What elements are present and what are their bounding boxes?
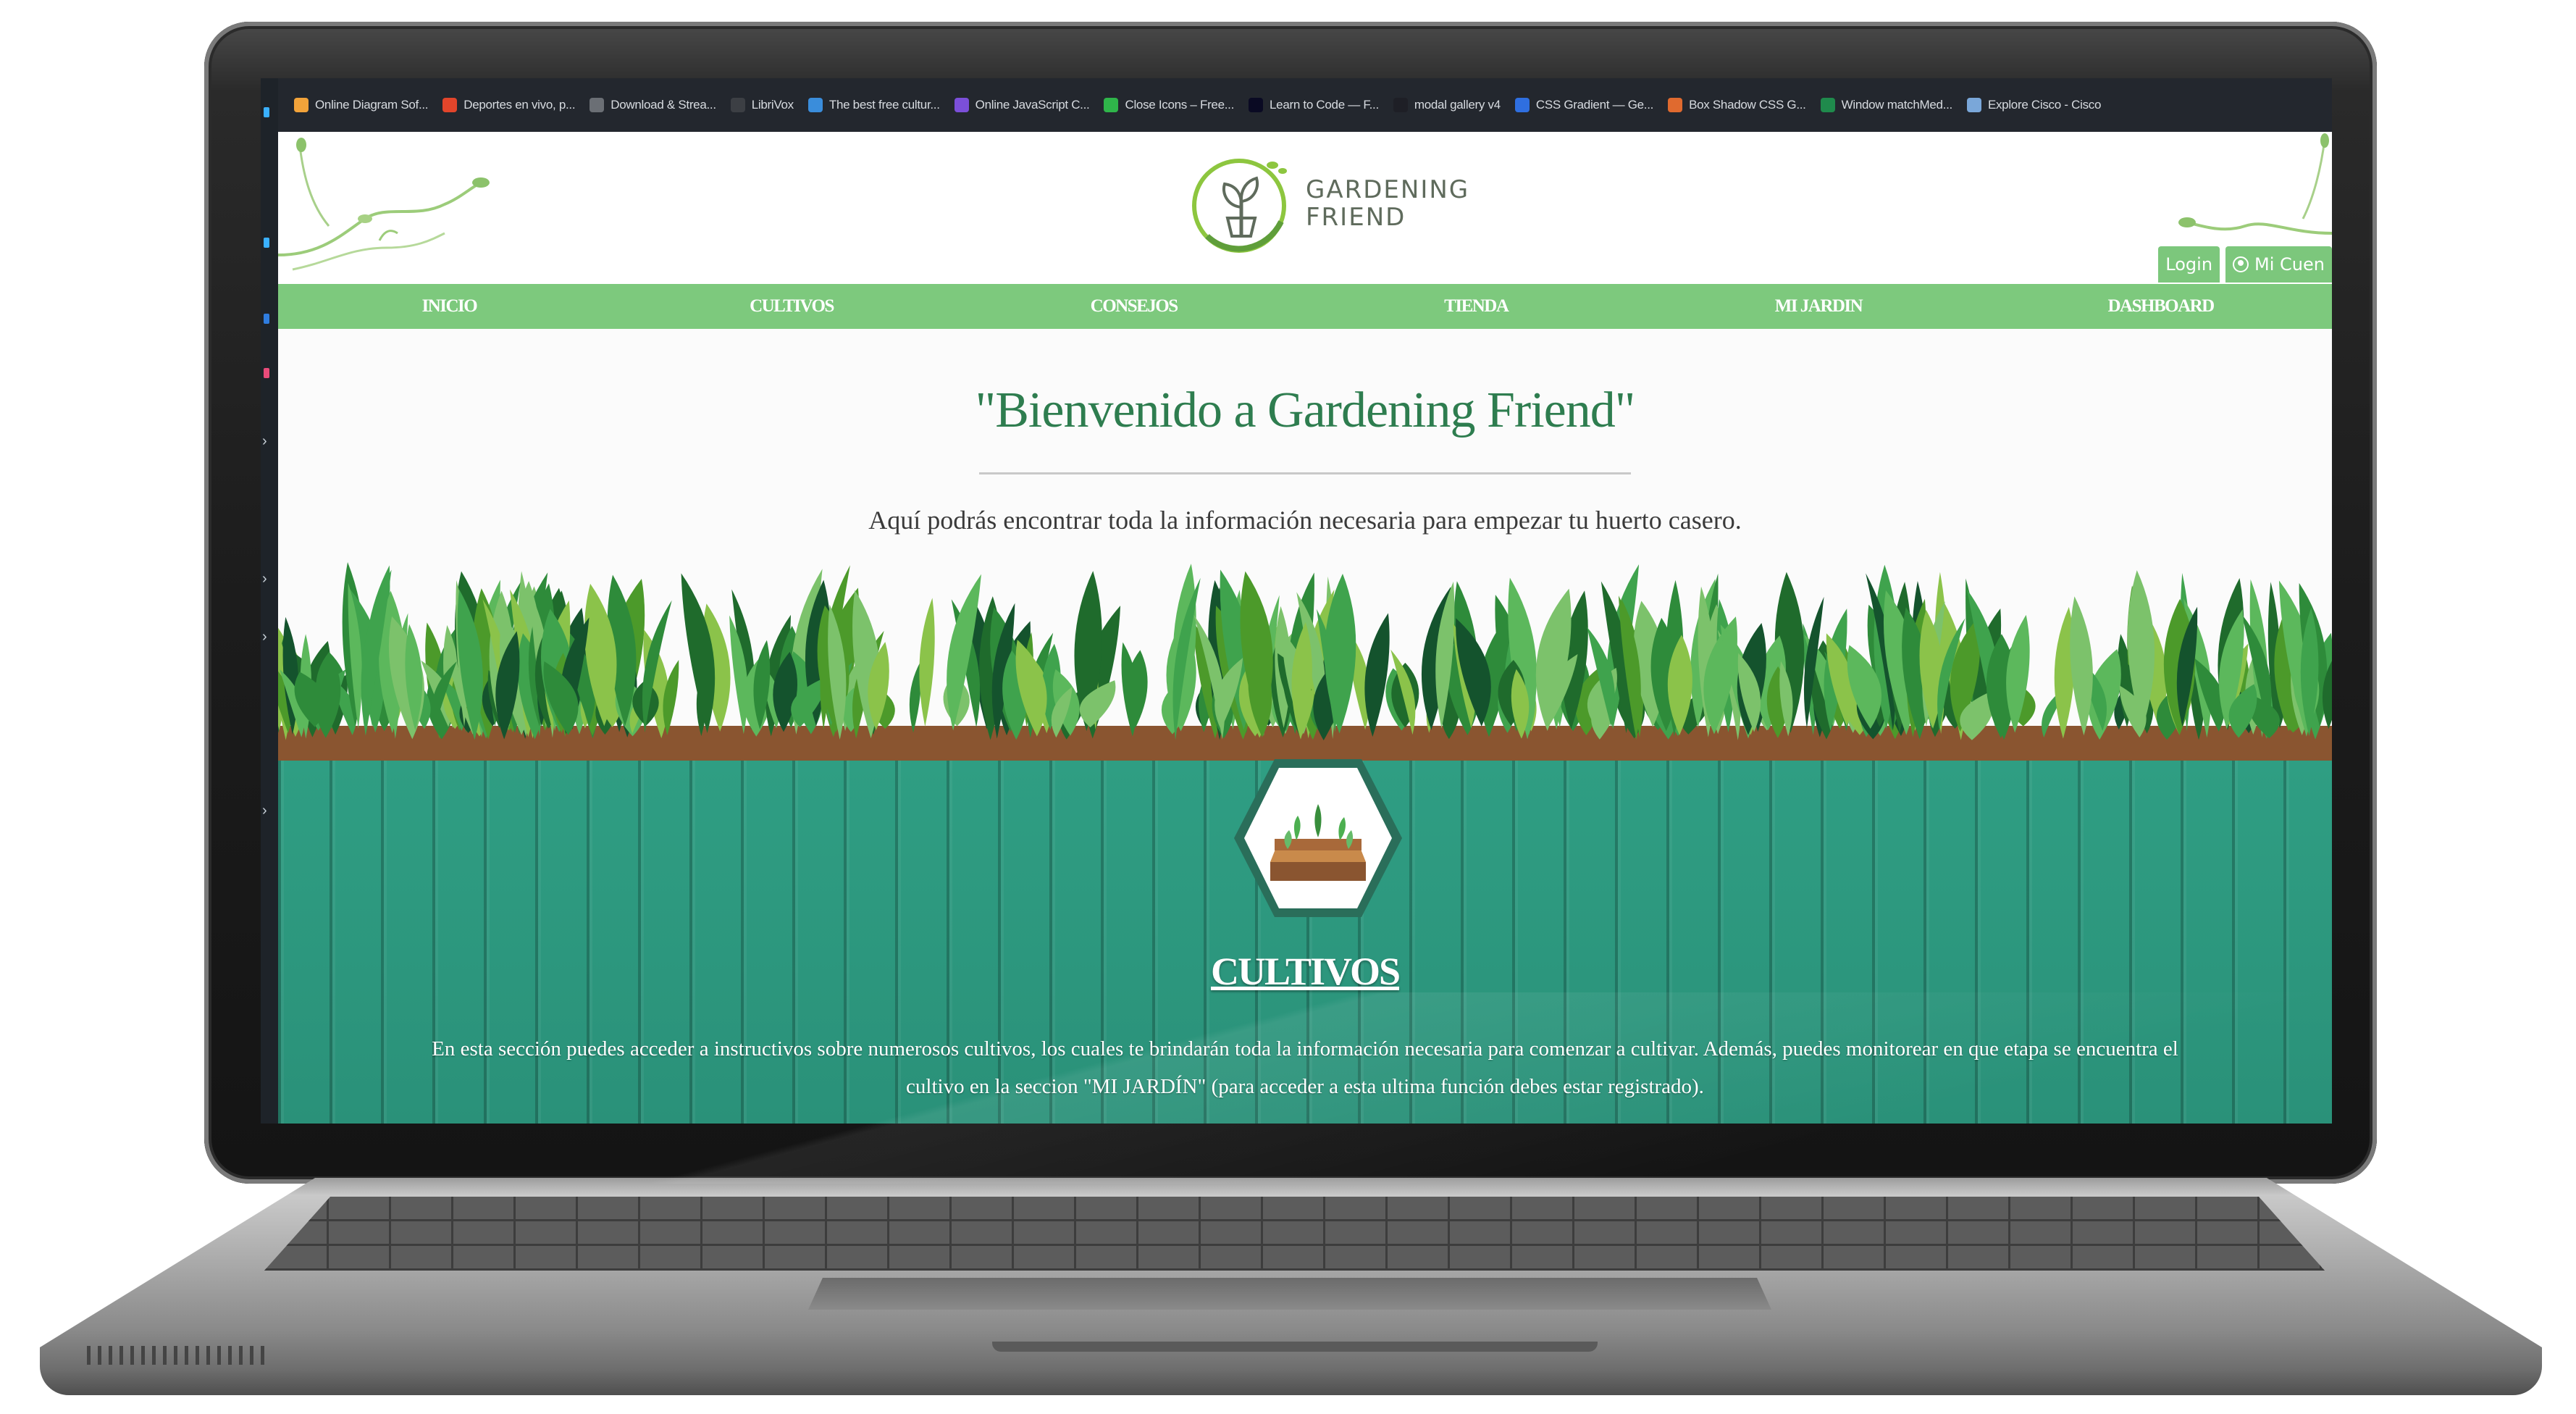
culture-icon bbox=[807, 98, 823, 112]
bookmark-item[interactable]: Close Icons – Free... bbox=[1104, 98, 1234, 112]
bookmark-item[interactable]: Explore Cisco - Cisco bbox=[1966, 98, 2102, 112]
bookmark-label: Online JavaScript C... bbox=[975, 98, 1090, 112]
my-account-label: Mi Cuen bbox=[2254, 254, 2325, 275]
bookmark-label: Close Icons – Free... bbox=[1125, 98, 1235, 112]
bookmark-item[interactable]: Deportes en vivo, p... bbox=[442, 98, 576, 112]
nav-consejos[interactable]: CONSEJOS bbox=[963, 296, 1305, 317]
cisco-icon bbox=[1966, 98, 1981, 112]
logo-text: GARDENING FRIEND bbox=[1306, 176, 1469, 231]
welcome-title: "Bienvenido a Gardening Friend" bbox=[975, 382, 1636, 438]
laptop-trackpad bbox=[808, 1278, 1771, 1310]
nav-tienda[interactable]: TIENDA bbox=[1305, 296, 1647, 317]
bookmark-item[interactable]: Box Shadow CSS G... bbox=[1668, 98, 1806, 112]
logo-line1: GARDENING bbox=[1306, 175, 1470, 204]
book-icon bbox=[730, 98, 745, 112]
welcome-subtitle: Aquí podrás encontrar toda la informació… bbox=[868, 506, 1742, 535]
nav-dashboard[interactable]: DASHBOARD bbox=[1990, 296, 2332, 317]
bookmark-label: CSS Gradient — Ge... bbox=[1535, 98, 1654, 112]
code-icon bbox=[1249, 98, 1264, 112]
bookmark-label: Learn to Code — F... bbox=[1270, 98, 1379, 112]
mdn-icon bbox=[1820, 98, 1835, 112]
main-nav: INICIO CULTIVOS CONSEJOS TIENDA MI JARDI… bbox=[278, 284, 2332, 329]
web-page: GARDENING FRIEND Login Mi Cuen INICIO CU… bbox=[278, 132, 2332, 1124]
laptop-front-lip bbox=[992, 1342, 1598, 1352]
leaf-shape bbox=[919, 598, 935, 727]
bookmark-item[interactable]: modal gallery v4 bbox=[1393, 98, 1501, 112]
bookmark-label: Download & Strea... bbox=[611, 98, 716, 112]
bookmark-item[interactable]: CSS Gradient — Ge... bbox=[1514, 98, 1654, 112]
cultivos-description: En esta sección puedes acceder a instruc… bbox=[432, 1037, 2178, 1098]
plants-border-illustration bbox=[278, 562, 2332, 740]
leaf-shape bbox=[1364, 613, 1390, 737]
site-header: GARDENING FRIEND Login Mi Cuen bbox=[278, 132, 2332, 284]
sprout-logo-icon bbox=[1192, 159, 1287, 253]
bookmark-item[interactable]: Download & Strea... bbox=[590, 98, 716, 112]
chevron-right-icon[interactable]: › bbox=[262, 571, 267, 587]
bookmark-item[interactable]: Online JavaScript C... bbox=[954, 98, 1090, 112]
bookmark-label: Deportes en vivo, p... bbox=[463, 98, 576, 112]
cultivos-hexagon-icon[interactable] bbox=[1231, 753, 1405, 923]
sidebar-marker-icon bbox=[264, 314, 269, 324]
login-button[interactable]: Login bbox=[2158, 246, 2220, 283]
bookmark-label: Window matchMed... bbox=[1841, 98, 1953, 112]
bookmark-item[interactable]: The best free cultur... bbox=[807, 98, 940, 112]
bookmark-label: Online Diagram Sof... bbox=[315, 98, 429, 112]
bookmark-item[interactable]: Online Diagram Sof... bbox=[294, 98, 429, 112]
my-account-button[interactable]: Mi Cuen bbox=[2225, 246, 2332, 283]
gradient-icon bbox=[1514, 98, 1530, 112]
nav-mi-jardin[interactable]: MI JARDIN bbox=[1648, 296, 1989, 317]
bookmark-item[interactable]: LibriVox bbox=[730, 98, 794, 112]
page-icon bbox=[590, 98, 605, 112]
bookmark-label: LibriVox bbox=[751, 98, 794, 112]
nav-inicio[interactable]: INICIO bbox=[278, 296, 620, 317]
account-buttons: Login Mi Cuen bbox=[2158, 246, 2332, 283]
site-logo[interactable]: GARDENING FRIEND bbox=[1187, 149, 1469, 258]
star-icon bbox=[442, 98, 458, 112]
js-icon bbox=[954, 98, 969, 112]
laptop-vents bbox=[87, 1346, 267, 1365]
bookmark-label: modal gallery v4 bbox=[1414, 98, 1501, 112]
logo-line2: FRIEND bbox=[1306, 203, 1406, 232]
bookmark-item[interactable]: Window matchMed... bbox=[1820, 98, 1953, 112]
chevron-right-icon[interactable]: › bbox=[262, 803, 267, 819]
codepen-icon bbox=[1393, 98, 1408, 112]
icons-site-icon bbox=[1104, 98, 1119, 112]
browser-side-panel: › › › › bbox=[261, 78, 278, 1124]
title-divider bbox=[979, 472, 1631, 474]
vine-decoration-left bbox=[278, 138, 490, 271]
shadow-icon bbox=[1668, 98, 1683, 112]
sidebar-marker-icon bbox=[264, 238, 269, 248]
laptop-keyboard bbox=[264, 1197, 2325, 1271]
laptop-screen: › › › › Online Diagram Sof... Deportes en… bbox=[261, 78, 2332, 1124]
cultivos-heading[interactable]: CULTIVOS bbox=[278, 949, 2332, 994]
sidebar-marker-icon bbox=[264, 368, 269, 378]
bookmark-label: Box Shadow CSS G... bbox=[1689, 98, 1806, 112]
login-label: Login bbox=[2165, 254, 2213, 275]
bookmark-label: Explore Cisco - Cisco bbox=[1987, 98, 2102, 112]
bookmark-item[interactable]: Learn to Code — F... bbox=[1249, 98, 1379, 112]
diagram-icon bbox=[294, 98, 309, 112]
user-icon bbox=[2233, 256, 2249, 272]
chevron-right-icon[interactable]: › bbox=[262, 629, 267, 645]
bookmark-label: The best free cultur... bbox=[828, 98, 940, 112]
chevron-right-icon[interactable]: › bbox=[262, 433, 267, 450]
sidebar-marker-icon bbox=[264, 107, 269, 117]
bookmarks-bar: Online Diagram Sof... Deportes en vivo, p… bbox=[278, 78, 2332, 132]
nav-cultivos[interactable]: CULTIVOS bbox=[621, 296, 962, 317]
